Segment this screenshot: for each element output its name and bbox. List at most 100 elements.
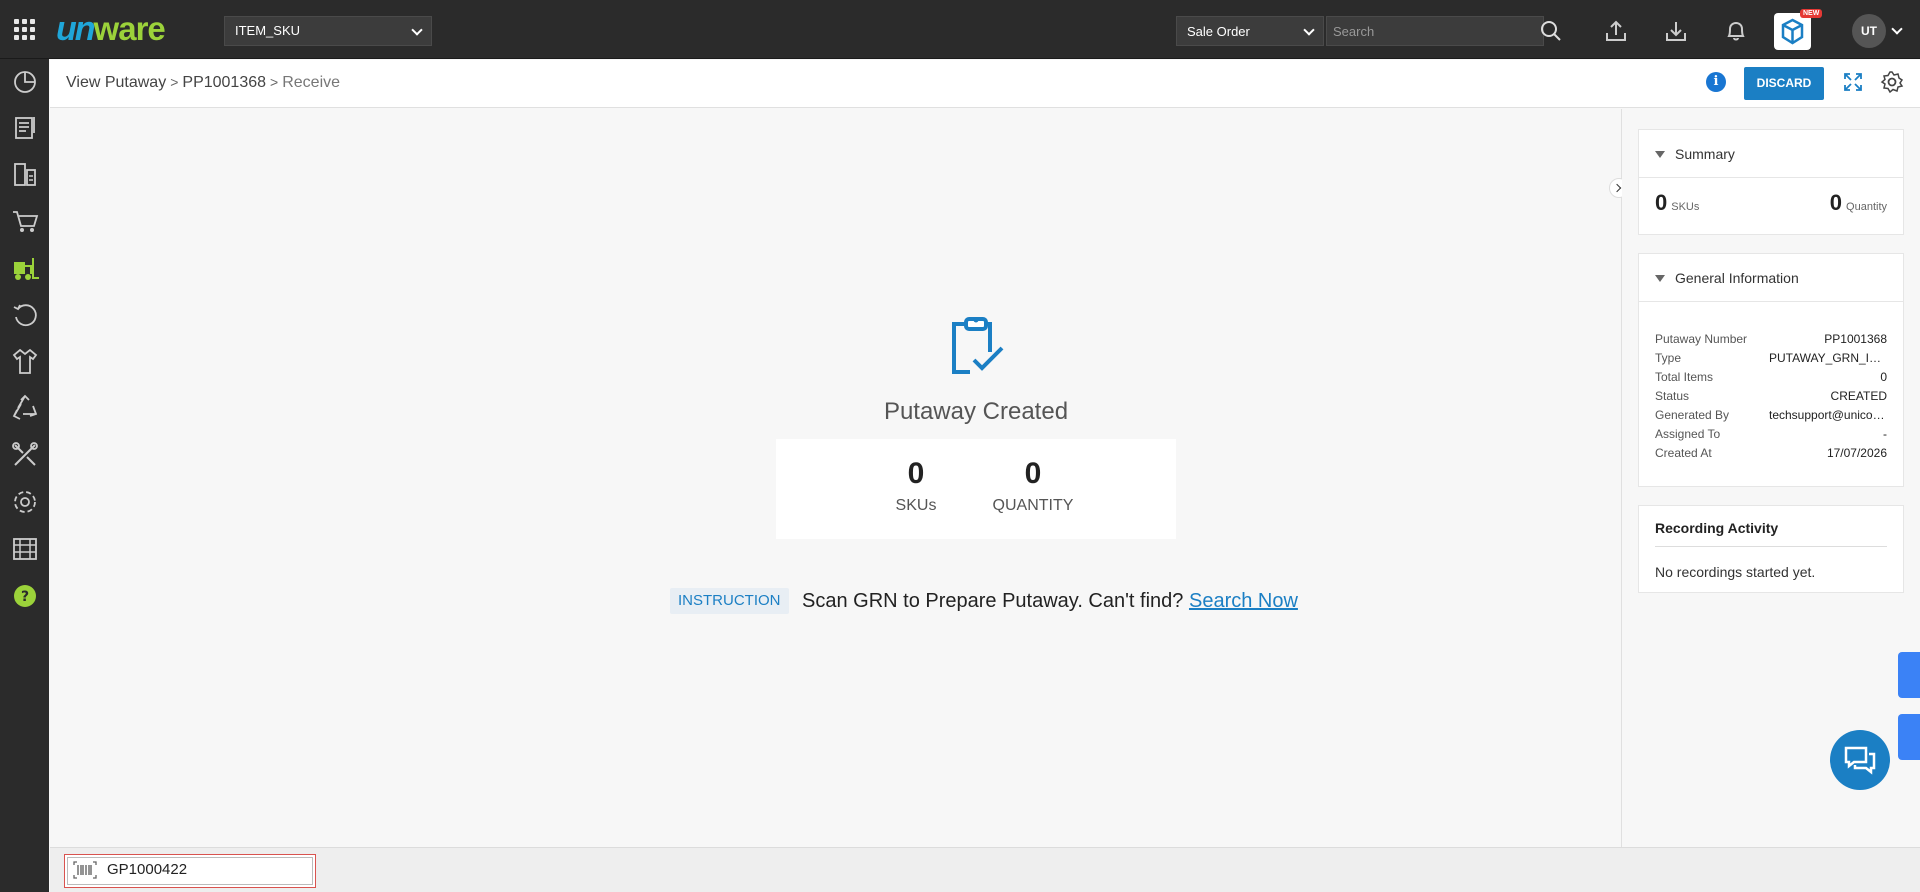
info-key: Generated By (1655, 408, 1730, 422)
breadcrumb-separator: > (270, 74, 279, 90)
caret-down-icon (1655, 151, 1665, 158)
recording-activity-card: Recording Activity No recordings started… (1638, 505, 1904, 593)
left-sidebar: ? (0, 59, 49, 892)
info-key: Type (1655, 351, 1682, 365)
putaway-created-title: Putaway Created (883, 398, 1069, 425)
general-information-title: General Information (1675, 270, 1799, 286)
chevron-right-icon (1612, 183, 1622, 193)
new-badge: NEW (1800, 9, 1823, 18)
forklift-icon[interactable] (9, 252, 41, 284)
divider (1655, 546, 1887, 547)
quantity-stat: 0 QUANTITY (978, 457, 1088, 515)
search-icon[interactable] (1540, 20, 1562, 42)
chat-icon (1844, 746, 1876, 775)
cube-icon (1781, 18, 1804, 45)
avatar-initials: UT (1861, 24, 1877, 38)
facility-value: ITEM_SKU (235, 23, 301, 38)
expand-icon[interactable] (1842, 71, 1864, 93)
floating-side-tab[interactable] (1898, 714, 1920, 760)
scan-input[interactable]: GP1000422 (64, 854, 316, 888)
breadcrumb-putaway-number[interactable]: PP1001368 (182, 74, 266, 91)
upload-icon[interactable] (1602, 17, 1630, 45)
app-grid-icon[interactable] (14, 19, 36, 41)
search-placeholder: Search (1333, 24, 1375, 39)
dashboard-icon[interactable] (9, 65, 41, 97)
instruction-badge: INSTRUCTION (670, 588, 789, 614)
info-value: - (1883, 427, 1887, 441)
help-icon[interactable]: ? (9, 580, 41, 612)
info-value: PP1001368 (1824, 332, 1887, 346)
chevron-down-icon[interactable] (1891, 23, 1903, 35)
summary-quantity-label: Quantity (1846, 201, 1887, 213)
barcode-icon (73, 861, 97, 879)
user-avatar[interactable]: UT (1852, 14, 1886, 48)
info-value: PUTAWAY_GRN_ITEM (1769, 351, 1887, 365)
scanner-bar: GP1000422 (50, 847, 1920, 892)
orders-icon[interactable] (9, 111, 41, 143)
marketplace-app-button[interactable] (1774, 13, 1811, 50)
info-key: Status (1655, 389, 1690, 403)
search-input[interactable]: Search (1326, 16, 1544, 46)
general-information-header[interactable]: General Information (1639, 254, 1903, 302)
info-row: Created At 17/07/2026 (1655, 446, 1887, 462)
info-row: Assigned To - (1655, 427, 1887, 443)
summary-skus-label: SKUs (1671, 201, 1700, 213)
info-row: Putaway Number PP1001368 (1655, 332, 1887, 348)
summary-skus: 0 SKUs (1655, 190, 1699, 216)
bell-icon[interactable] (1722, 17, 1750, 45)
summary-header[interactable]: Summary (1639, 130, 1903, 178)
scan-input-frame (67, 857, 313, 885)
info-key: Total Items (1655, 370, 1714, 384)
search-type-dropdown[interactable]: Sale Order (1176, 16, 1324, 46)
warehouse-icon[interactable] (9, 158, 41, 190)
chevron-down-icon (411, 24, 423, 36)
shelves-icon[interactable] (9, 533, 41, 565)
info-key: Created At (1655, 446, 1712, 460)
page-header: View Putaway > PP1001368 > Receive i DISCARD (50, 60, 1920, 108)
logo-suffix: ware (93, 10, 166, 47)
info-value: CREATED (1830, 389, 1887, 403)
returns-icon[interactable] (9, 299, 41, 331)
summary-skus-count: 0 (1655, 190, 1668, 215)
skus-label: SKUs (895, 497, 937, 514)
general-information-card: General Information Putaway Number PP100… (1638, 253, 1904, 487)
scan-value: GP1000422 (107, 861, 188, 878)
chat-support-button[interactable] (1830, 730, 1890, 790)
recording-empty-text: No recordings started yet. (1655, 564, 1816, 580)
summary-card: Summary 0 SKUs 0 Quantity (1638, 129, 1904, 235)
apparel-icon[interactable] (9, 345, 41, 377)
gear-icon[interactable] (1880, 70, 1904, 94)
clipboard-check-icon (952, 317, 1004, 374)
cart-icon[interactable] (9, 205, 41, 237)
info-value: 0 (1880, 370, 1887, 384)
info-key: Assigned To (1655, 427, 1721, 441)
info-key: Putaway Number (1655, 332, 1748, 346)
skus-stat: 0 SKUs (888, 457, 944, 515)
search-type-value: Sale Order (1187, 24, 1250, 39)
facility-dropdown[interactable]: ITEM_SKU (224, 16, 432, 46)
tools-icon[interactable] (9, 439, 41, 471)
download-icon[interactable] (1662, 17, 1690, 45)
breadcrumb-separator: > (170, 74, 179, 90)
info-row: Total Items 0 (1655, 370, 1887, 386)
breadcrumb: View Putaway > PP1001368 > Receive (66, 74, 340, 92)
info-icon[interactable]: i (1706, 72, 1726, 92)
unware-logo[interactable]: un ware (56, 10, 166, 48)
settings-icon[interactable] (9, 486, 41, 518)
quantity-count: 0 (1024, 457, 1042, 490)
skus-count: 0 (907, 457, 925, 490)
summary-title: Summary (1675, 146, 1735, 162)
info-value: techsupport@unicommerce.com (1769, 408, 1887, 422)
breadcrumb-view-putaway[interactable]: View Putaway (66, 74, 166, 91)
search-now-link[interactable]: Search Now (1189, 590, 1298, 612)
recycle-icon[interactable] (9, 392, 41, 424)
caret-down-icon (1655, 275, 1665, 282)
svg-text:?: ? (21, 589, 29, 605)
instruction-text: Scan GRN to Prepare Putaway. Can't find?… (802, 588, 1298, 614)
floating-side-tab[interactable] (1898, 652, 1920, 698)
info-row: Generated By techsupport@unicommerce.com (1655, 408, 1887, 424)
instruction-message: Scan GRN to Prepare Putaway. Can't find? (802, 590, 1184, 612)
recording-activity-title: Recording Activity (1655, 520, 1779, 536)
info-row: Type PUTAWAY_GRN_ITEM (1655, 351, 1887, 367)
discard-button[interactable]: DISCARD (1744, 67, 1824, 100)
